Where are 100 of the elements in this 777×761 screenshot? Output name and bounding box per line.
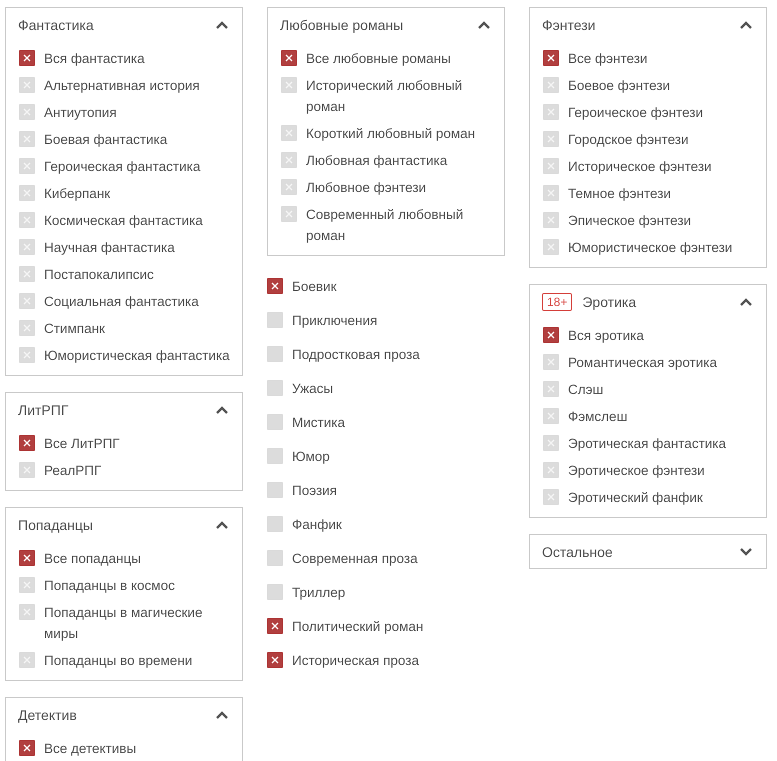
checkbox[interactable]	[19, 293, 35, 309]
checkbox-label[interactable]: Историческое фэнтези	[568, 156, 712, 177]
checkbox[interactable]	[19, 435, 35, 451]
checkbox-label[interactable]: Эротическая фантастика	[568, 433, 726, 454]
checkbox-label[interactable]: Боевик	[292, 275, 336, 298]
checkbox-label[interactable]: Все ЛитРПГ	[44, 433, 120, 454]
checkbox-label[interactable]: Политический роман	[292, 615, 424, 638]
checkbox-label[interactable]: Попаданцы в космос	[44, 575, 175, 596]
checkbox[interactable]	[19, 320, 35, 336]
checkbox-label[interactable]: Юмористическая фантастика	[44, 345, 230, 366]
checkbox-label[interactable]: РеалРПГ	[44, 460, 102, 481]
checkbox-label[interactable]: Современный любовный роман	[306, 204, 500, 246]
checkbox-label[interactable]: Научная фантастика	[44, 237, 175, 258]
checkbox-label[interactable]: Исторический любовный роман	[306, 75, 500, 117]
checkbox-label[interactable]: Фэмслеш	[568, 406, 628, 427]
checkbox-label[interactable]: Историческая проза	[292, 649, 419, 672]
checkbox-label[interactable]: Антиутопия	[44, 102, 117, 123]
chevron-up-icon[interactable]	[216, 710, 228, 718]
checkbox-label[interactable]: Романтическая эротика	[568, 352, 717, 373]
panel-title[interactable]: ЛитРПГ	[18, 402, 206, 418]
checkbox-label[interactable]: Все фэнтези	[568, 48, 648, 69]
chevron-up-icon[interactable]	[216, 20, 228, 28]
checkbox[interactable]	[543, 50, 559, 66]
checkbox-label[interactable]: Постапокалипсис	[44, 264, 154, 285]
checkbox-label[interactable]: Героическое фэнтези	[568, 102, 704, 123]
checkbox[interactable]	[543, 489, 559, 505]
chevron-up-icon[interactable]	[478, 20, 490, 28]
chevron-up-icon[interactable]	[216, 520, 228, 528]
checkbox[interactable]	[543, 462, 559, 478]
checkbox[interactable]	[543, 77, 559, 93]
checkbox[interactable]	[281, 152, 297, 168]
checkbox[interactable]	[19, 577, 35, 593]
checkbox-label[interactable]: Триллер	[292, 581, 346, 604]
checkbox-label[interactable]: Эпическое фэнтези	[568, 210, 692, 231]
checkbox[interactable]	[267, 516, 283, 532]
checkbox-label[interactable]: Темное фэнтези	[568, 183, 671, 204]
checkbox-label[interactable]: Социальная фантастика	[44, 291, 199, 312]
checkbox[interactable]	[19, 239, 35, 255]
checkbox-label[interactable]: Героическая фантастика	[44, 156, 200, 177]
checkbox[interactable]	[19, 212, 35, 228]
checkbox-label[interactable]: Попаданцы в магические миры	[44, 602, 238, 644]
checkbox[interactable]	[543, 435, 559, 451]
panel-title[interactable]: Фэнтези	[542, 16, 730, 32]
checkbox[interactable]	[267, 482, 283, 498]
checkbox-label[interactable]: Киберпанк	[44, 183, 110, 204]
checkbox[interactable]	[543, 327, 559, 343]
checkbox[interactable]	[267, 448, 283, 464]
checkbox[interactable]	[19, 50, 35, 66]
checkbox-label[interactable]: Эротический фанфик	[568, 487, 703, 508]
checkbox-label[interactable]: Космическая фантастика	[44, 210, 203, 231]
checkbox[interactable]	[543, 212, 559, 228]
checkbox[interactable]	[281, 206, 297, 222]
checkbox[interactable]	[19, 266, 35, 282]
panel-title[interactable]: Детектив	[18, 706, 206, 722]
checkbox[interactable]	[19, 462, 35, 478]
checkbox-label[interactable]: Боевая фантастика	[44, 129, 168, 150]
checkbox[interactable]	[267, 380, 283, 396]
checkbox-label[interactable]: Вся фантастика	[44, 48, 145, 69]
checkbox-label[interactable]: Поэзия	[292, 479, 337, 502]
checkbox-label[interactable]: Попаданцы во времени	[44, 650, 192, 671]
checkbox[interactable]	[19, 740, 35, 756]
checkbox-label[interactable]: Все любовные романы	[306, 48, 451, 69]
checkbox[interactable]	[267, 652, 283, 668]
checkbox-label[interactable]: Эротическое фэнтези	[568, 460, 705, 481]
checkbox-label[interactable]: Современная проза	[292, 547, 418, 570]
chevron-up-icon[interactable]	[740, 20, 752, 28]
checkbox-label[interactable]: Приключения	[292, 309, 378, 332]
checkbox[interactable]	[267, 278, 283, 294]
checkbox-label[interactable]: Любовная фантастика	[306, 150, 448, 171]
checkbox-label[interactable]: Вся эротика	[568, 325, 644, 346]
checkbox[interactable]	[19, 77, 35, 93]
panel-title[interactable]: Фантастика	[18, 16, 206, 32]
panel-title[interactable]: Эротика	[582, 294, 730, 310]
checkbox[interactable]	[19, 604, 35, 620]
chevron-down-icon[interactable]	[740, 548, 752, 556]
checkbox[interactable]	[19, 131, 35, 147]
checkbox[interactable]	[543, 408, 559, 424]
checkbox-label[interactable]: Альтернативная история	[44, 75, 200, 96]
checkbox-label[interactable]: Любовное фэнтези	[306, 177, 426, 198]
checkbox[interactable]	[19, 652, 35, 668]
checkbox[interactable]	[281, 50, 297, 66]
checkbox-label[interactable]: Ужасы	[292, 377, 334, 400]
checkbox[interactable]	[543, 104, 559, 120]
checkbox-label[interactable]: Слэш	[568, 379, 604, 400]
checkbox[interactable]	[19, 347, 35, 363]
checkbox-label[interactable]: Подростковая проза	[292, 343, 420, 366]
checkbox-label[interactable]: Юмористическое фэнтези	[568, 237, 732, 258]
chevron-up-icon[interactable]	[216, 406, 228, 414]
checkbox[interactable]	[19, 104, 35, 120]
checkbox[interactable]	[267, 618, 283, 634]
checkbox[interactable]	[543, 131, 559, 147]
checkbox[interactable]	[543, 381, 559, 397]
checkbox-label[interactable]: Короткий любовный роман	[306, 123, 476, 144]
chevron-up-icon[interactable]	[740, 298, 752, 306]
checkbox[interactable]	[543, 158, 559, 174]
checkbox[interactable]	[543, 239, 559, 255]
checkbox[interactable]	[281, 77, 297, 93]
checkbox-label[interactable]: Фанфик	[292, 513, 342, 536]
checkbox-label[interactable]: Боевое фэнтези	[568, 75, 670, 96]
panel-title[interactable]: Любовные романы	[280, 16, 468, 32]
